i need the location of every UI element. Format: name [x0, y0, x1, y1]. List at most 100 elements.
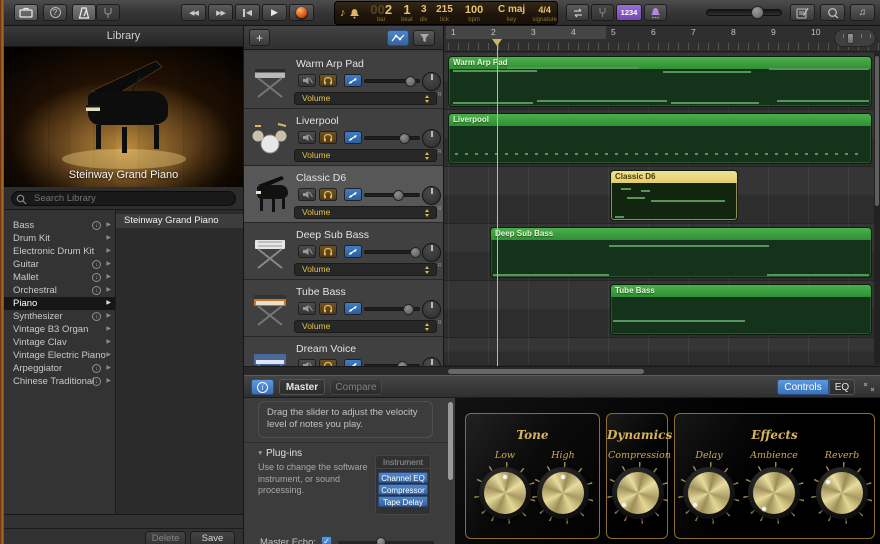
playhead-line[interactable]: [497, 39, 498, 366]
solo-button[interactable]: [319, 245, 337, 258]
eq-tab[interactable]: EQ: [829, 379, 855, 395]
patch-steinway-grand-piano[interactable]: Steinway Grand Piano: [116, 214, 243, 228]
high-knob[interactable]: [532, 462, 594, 524]
media-browser-button[interactable]: ♫: [850, 4, 875, 21]
lane-liverpool[interactable]: Liverpool: [444, 110, 874, 167]
automation-param-select[interactable]: Volume: [294, 263, 437, 276]
category-chinese-traditional[interactable]: Chinese Traditional ↓ ▶: [4, 375, 115, 388]
master-volume-thumb[interactable]: [751, 6, 764, 19]
metronome-button[interactable]: [72, 4, 96, 21]
category-vintage-electric-piano[interactable]: Vintage Electric Piano ▶: [4, 349, 115, 362]
track-volume-thumb[interactable]: [393, 190, 404, 201]
inspector-scrollbar[interactable]: [448, 402, 453, 522]
master-tab[interactable]: Master: [279, 379, 325, 395]
playhead-marker[interactable]: [492, 39, 502, 46]
region-deep-sub-bass[interactable]: Deep Sub Bass: [490, 227, 872, 278]
track-automation-toggle[interactable]: [344, 74, 362, 87]
metronome-toggle-button[interactable]: [644, 4, 667, 21]
category-arpeggiator[interactable]: Arpeggiator ↓ ▶: [4, 362, 115, 375]
automation-param-select[interactable]: Volume: [294, 149, 437, 162]
vertical-scrollbar[interactable]: [874, 53, 880, 365]
track-row-liverpool[interactable]: Liverpool L R Volume: [244, 109, 443, 166]
add-track-button[interactable]: +: [249, 29, 270, 46]
pan-knob[interactable]: [422, 186, 441, 205]
track-volume-slider[interactable]: [364, 190, 420, 201]
reverb-knob[interactable]: [811, 462, 873, 524]
search-input[interactable]: [11, 191, 236, 206]
region-tube-bass[interactable]: Tube Bass: [610, 284, 872, 335]
track-filter-button[interactable]: [413, 30, 435, 46]
inspector-toggle-button[interactable]: i: [251, 379, 274, 395]
quick-help-button[interactable]: ?: [43, 4, 67, 21]
track-volume-slider[interactable]: [364, 76, 420, 87]
track-automation-toggle[interactable]: [344, 302, 362, 315]
forward-button[interactable]: ▶▶: [208, 4, 233, 21]
mute-button[interactable]: [298, 245, 316, 258]
automation-param-select[interactable]: Volume: [294, 206, 437, 219]
track-row-tube-bass[interactable]: Tube Bass L R Volume: [244, 280, 443, 337]
mute-button[interactable]: [298, 131, 316, 144]
lcd-signature[interactable]: 4/4 signature: [532, 2, 557, 24]
track-volume-thumb[interactable]: [403, 304, 414, 315]
lcd-display[interactable]: ♪ 002 bar 1 beat 3 div 215 tick 100 bpm: [334, 1, 558, 25]
rewind-button[interactable]: ◀◀: [181, 4, 206, 21]
solo-button[interactable]: [319, 131, 337, 144]
go-to-beginning-button[interactable]: ◀: [235, 4, 260, 21]
pan-knob[interactable]: [422, 300, 441, 319]
category-piano[interactable]: Piano ▶: [4, 297, 115, 310]
solo-button[interactable]: [319, 74, 337, 87]
notepad-button[interactable]: [790, 4, 815, 21]
region-liverpool[interactable]: Liverpool: [448, 113, 872, 164]
lane-classic-d6[interactable]: Classic D6: [444, 167, 874, 224]
category-orchestral[interactable]: Orchestral ↓ ▶: [4, 284, 115, 297]
lane-dream-voice[interactable]: [444, 338, 874, 366]
solo-button[interactable]: [319, 188, 337, 201]
region-warm-arp-pad[interactable]: Warm Arp Pad: [448, 56, 872, 107]
resize-icon[interactable]: [863, 382, 875, 392]
automation-button[interactable]: [387, 30, 409, 46]
low-knob[interactable]: [474, 462, 536, 524]
play-button[interactable]: ▶: [262, 4, 287, 21]
track-row-warm-arp-pad[interactable]: Warm Arp Pad L R Volume: [244, 52, 443, 109]
lane-warm-arp-pad[interactable]: Warm Arp Pad: [444, 53, 874, 110]
tuner-small-button[interactable]: [591, 4, 614, 21]
track-volume-thumb[interactable]: [410, 247, 421, 258]
master-volume-slider[interactable]: [706, 6, 782, 19]
controls-tab[interactable]: Controls: [777, 379, 829, 395]
category-vintage-clav[interactable]: Vintage Clav ▶: [4, 336, 115, 349]
pan-knob[interactable]: [422, 129, 441, 148]
track-automation-toggle[interactable]: [344, 188, 362, 201]
category-drum-kit[interactable]: Drum Kit ▶: [4, 232, 115, 245]
category-synthesizer[interactable]: Synthesizer ↓ ▶: [4, 310, 115, 323]
plugin-tape-delay[interactable]: Tape Delay: [378, 496, 428, 507]
pan-knob[interactable]: [422, 72, 441, 91]
mute-button[interactable]: [298, 302, 316, 315]
tuner-button[interactable]: [96, 4, 120, 21]
automation-param-select[interactable]: Volume: [294, 320, 437, 333]
pan-knob[interactable]: [422, 243, 441, 262]
track-volume-thumb[interactable]: [399, 133, 410, 144]
cycle-button[interactable]: [566, 4, 589, 21]
lane-tube-bass[interactable]: Tube Bass: [444, 281, 874, 338]
track-volume-slider[interactable]: [364, 304, 420, 315]
compression-knob[interactable]: [607, 462, 669, 524]
inspector-scrollbar-thumb[interactable]: [448, 402, 453, 480]
region-classic-d6[interactable]: Classic D6: [610, 170, 738, 221]
mute-button[interactable]: [298, 188, 316, 201]
record-button[interactable]: [289, 4, 314, 21]
category-guitar[interactable]: Guitar ↓ ▶: [4, 258, 115, 271]
automation-param-select[interactable]: Volume: [294, 92, 437, 105]
vertical-scrollbar-thumb[interactable]: [875, 56, 879, 206]
track-row-deep-sub-bass[interactable]: Deep Sub Bass L R Volume: [244, 223, 443, 280]
library-toggle-button[interactable]: [14, 4, 38, 21]
horizontal-scrollbar-thumb[interactable]: [448, 369, 644, 374]
lcd-div[interactable]: 3 div: [416, 2, 432, 24]
delete-button[interactable]: Delete: [145, 531, 186, 544]
plugin-channel-eq[interactable]: Channel EQ: [378, 472, 428, 483]
lcd-key[interactable]: C maj key: [491, 2, 532, 24]
zoom-slider[interactable]: [834, 29, 876, 47]
master-echo-checkbox[interactable]: ✓: [321, 536, 332, 544]
track-automation-toggle[interactable]: [344, 131, 362, 144]
count-in-button[interactable]: 1234: [616, 4, 642, 21]
save-button[interactable]: Save: [190, 531, 235, 544]
